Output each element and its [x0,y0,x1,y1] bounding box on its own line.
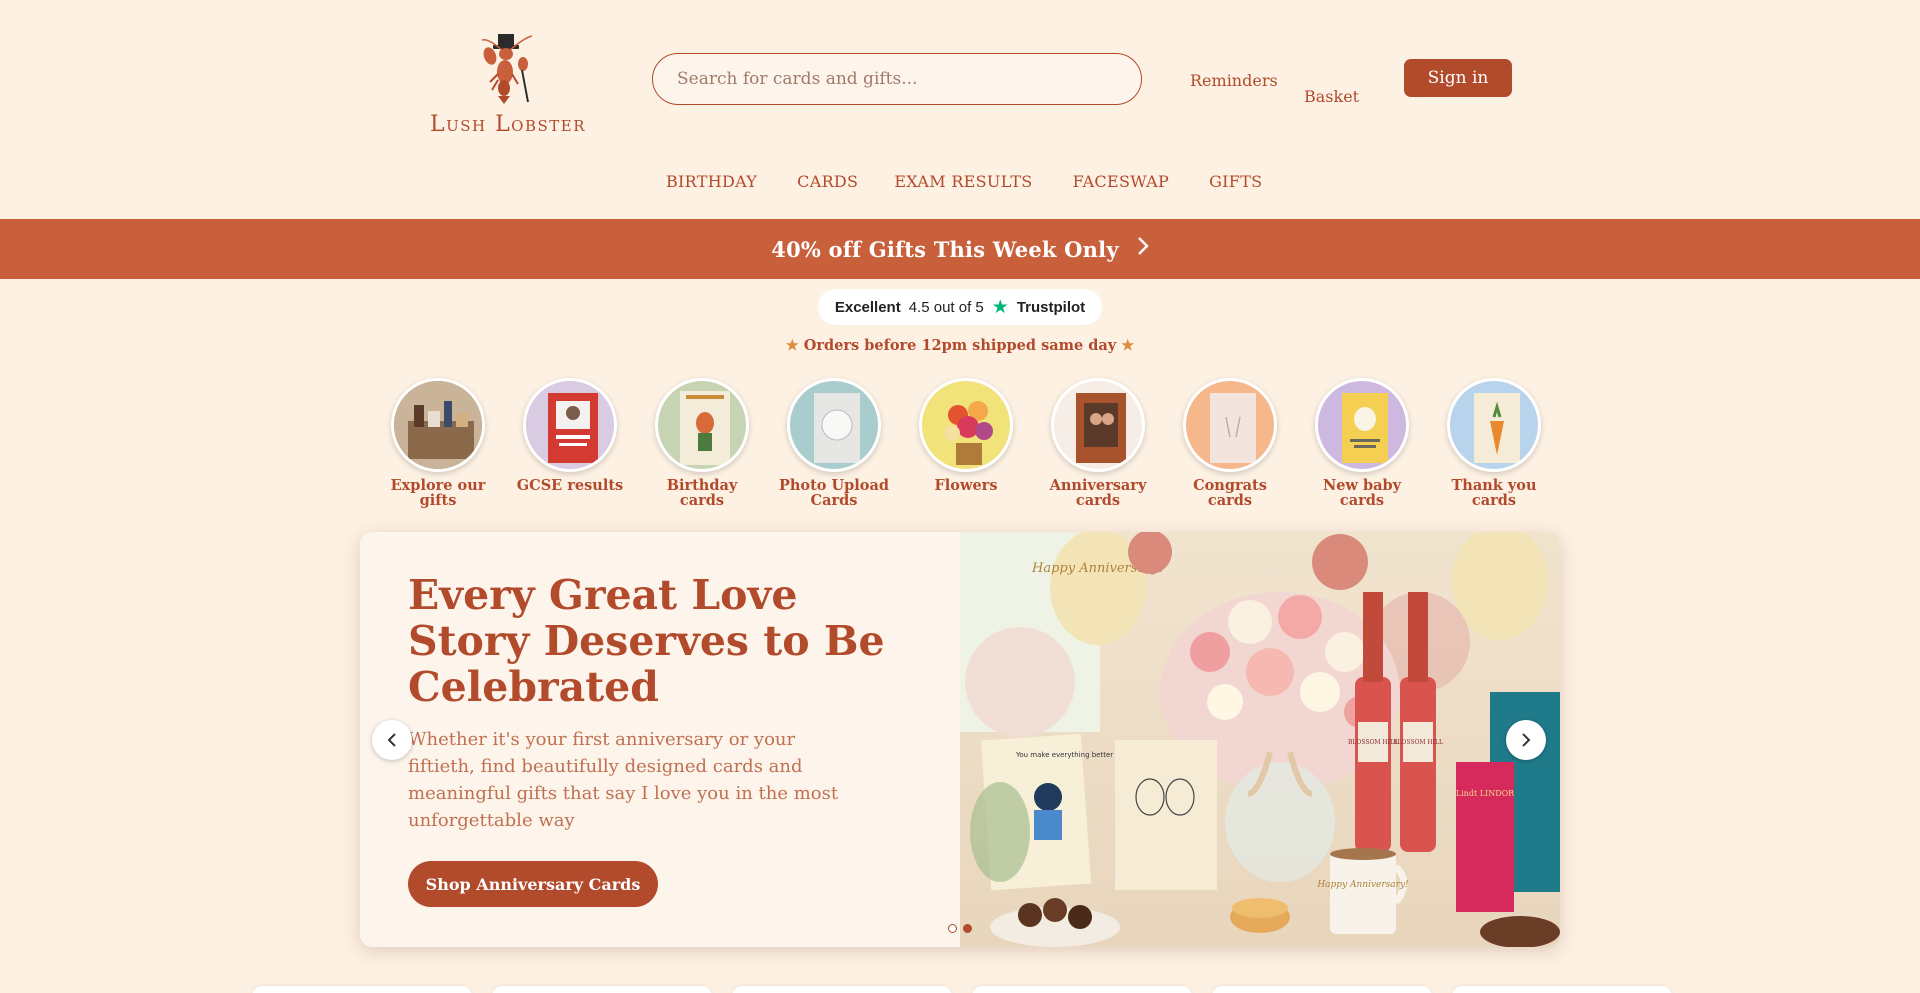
nav-item-cards[interactable]: CARDS [797,172,858,191]
card-text: You make everything better [1015,751,1113,759]
category-label: GCSE results [516,477,624,494]
category-anniversary-cards[interactable]: Anniversary cards [1032,378,1164,508]
chevron-right-icon [1137,236,1149,262]
search-input[interactable] [653,54,1141,104]
product-card-peek [732,986,952,993]
product-card-peek [252,986,472,993]
flowers-image [919,378,1013,472]
birthday-card-image [655,378,749,472]
category-label: Thank you cards [1451,477,1537,509]
product-card-peek [972,986,1192,993]
shipping-text: Orders before 12pm shipped same day [803,337,1117,354]
search-box[interactable] [652,53,1142,105]
hero-carousel: Every Great Love Story Deserves to Be Ce… [360,532,1560,947]
category-label: Photo Upload Cards [778,477,890,509]
chevron-right-icon [1522,733,1531,747]
trustpilot-widget[interactable]: Excellent 4.5 out of 5 ★ Trustpilot [818,289,1102,325]
hero-image: Happy Anniversary! BLOSSOM HILL BLOSSOM … [960,532,1560,947]
anniversary-card-image [1051,378,1145,472]
category-label: Flowers [934,477,998,494]
carousel-dot[interactable] [948,924,957,933]
category-label: New baby cards [1322,477,1402,509]
product-card-peek [1212,986,1432,993]
main-nav: BIRTHDAY CARDS EXAM RESULTS FACESWAP GIF… [666,172,1302,191]
category-label: Explore our gifts [390,477,486,509]
logo[interactable]: Lush Lobster [418,30,598,137]
photo-upload-card-image [787,378,881,472]
wine-label: BLOSSOM HILL [1348,739,1398,746]
product-card-peek [492,986,712,993]
brand-name: Lush Lobster [429,112,587,137]
category-flowers[interactable]: Flowers [900,378,1032,508]
category-thank-you-cards[interactable]: Thank you cards [1428,378,1560,508]
nav-item-gifts[interactable]: GIFTS [1209,172,1262,191]
gcse-card-image [523,378,617,472]
nav-item-faceswap[interactable]: FACESWAP [1073,172,1170,191]
mug-text: Happy Anniversary! [1316,880,1409,890]
category-gifts[interactable]: Explore our gifts [372,378,504,508]
promo-banner[interactable]: 40% off Gifts This Week Only [0,219,1920,279]
trust-rating-word: Excellent [834,298,901,316]
category-label: Anniversary cards [1049,477,1147,509]
wine-label: BLOSSOM HILL [1393,739,1443,746]
chevron-left-icon [387,733,396,747]
trustpilot-brand: Trustpilot [1016,298,1086,316]
carousel-dot-active[interactable] [963,924,972,933]
product-card-peek [1452,986,1672,993]
star-icon: ★ [785,337,799,354]
lobster-logo-icon [481,34,533,104]
thank-you-card-image [1447,378,1541,472]
chocolate-label: Lindt LINDOR [1456,789,1515,798]
new-baby-card-image [1315,378,1409,472]
shipping-notice: ★ Orders before 12pm shipped same day ★ [0,337,1920,354]
hero-subtitle: Whether it's your first anniversary or y… [408,729,839,831]
carousel-prev-button[interactable] [372,720,412,760]
shop-anniversary-button[interactable]: Shop Anniversary Cards [408,861,658,907]
reminders-link[interactable]: Reminders [1190,71,1278,90]
gifts-hamper-image [391,378,485,472]
site-header: Lush Lobster Reminders Basket Sign in BI… [0,0,1920,219]
carousel-dots [948,924,972,933]
category-photo-upload-cards[interactable]: Photo Upload Cards [768,378,900,508]
category-congrats-cards[interactable]: Congrats cards [1164,378,1296,508]
carousel-next-button[interactable] [1506,720,1546,760]
nav-item-birthday[interactable]: BIRTHDAY [666,172,757,191]
hero-title: Every Great Love Story Deserves to Be Ce… [408,571,885,711]
nav-item-exam-results[interactable]: EXAM RESULTS [894,172,1032,191]
category-label: Congrats cards [1193,477,1267,509]
category-strip: Explore our gifts GCSE results Birthday … [372,378,1560,508]
trustpilot-star-icon: ★ [991,296,1009,318]
category-new-baby-cards[interactable]: New baby cards [1296,378,1428,508]
category-label: Birthday cards [666,477,738,509]
star-icon: ★ [1121,337,1135,354]
basket-link[interactable]: Basket [1304,87,1359,106]
trust-score: 4.5 out of 5 [908,298,984,316]
category-gcse-results[interactable]: GCSE results [504,378,636,508]
hero-text-panel: Every Great Love Story Deserves to Be Ce… [360,532,960,947]
category-birthday-cards[interactable]: Birthday cards [636,378,768,508]
congrats-card-image [1183,378,1277,472]
sign-in-button[interactable]: Sign in [1404,59,1512,97]
promo-text: 40% off Gifts This Week Only [771,236,1119,262]
